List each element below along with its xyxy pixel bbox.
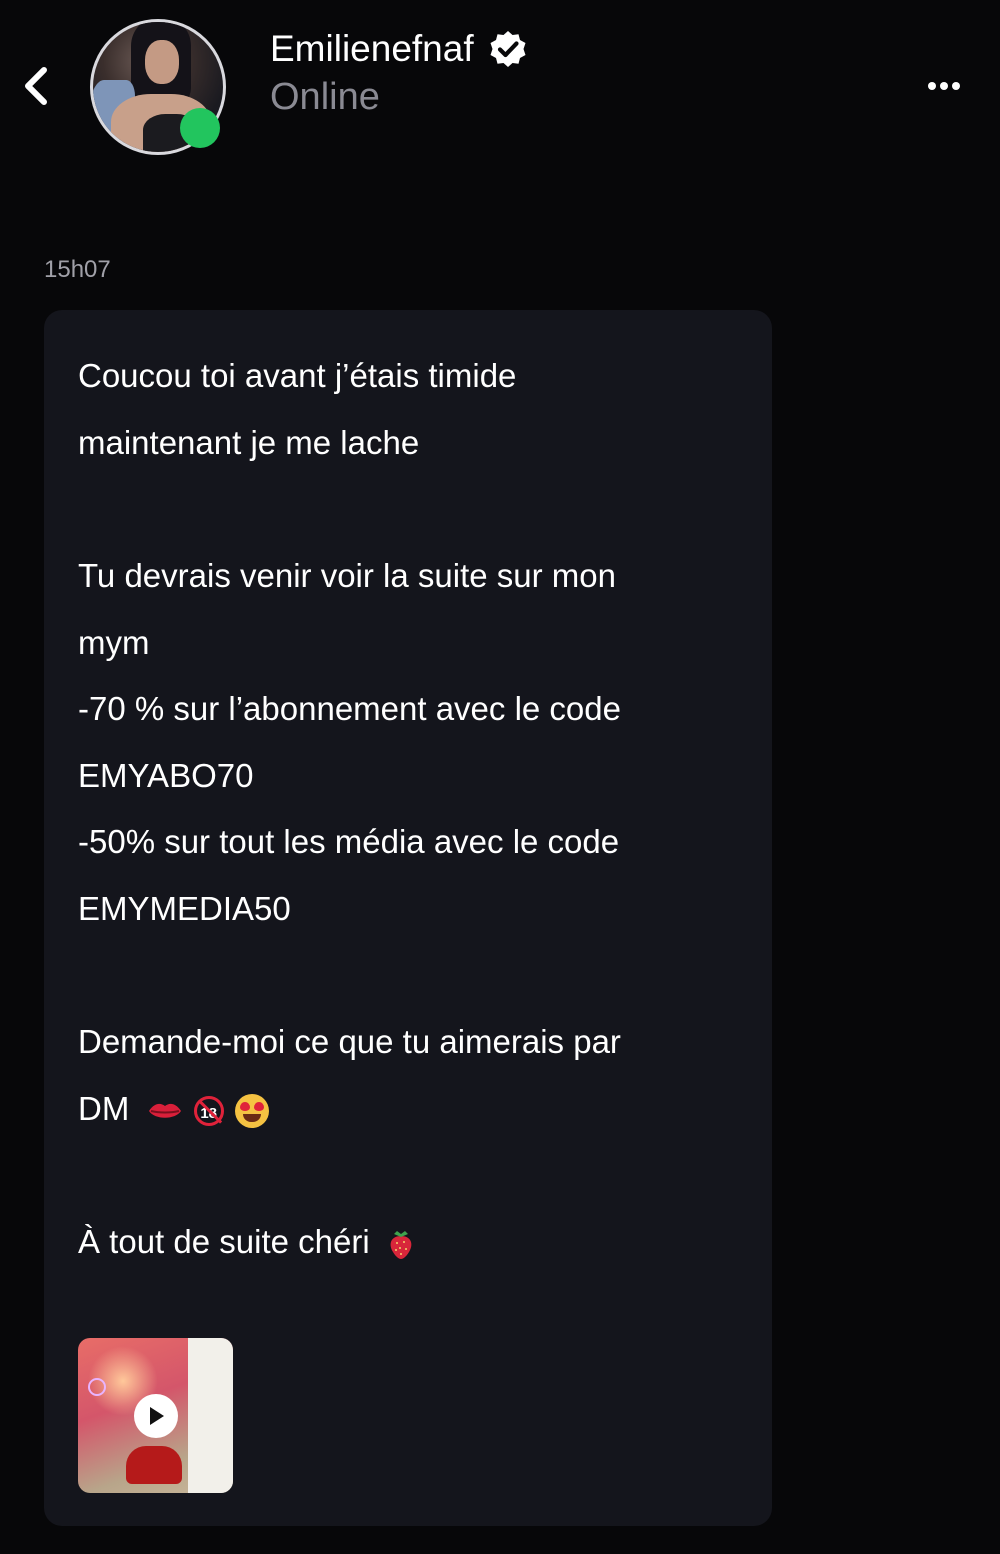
online-indicator [180, 108, 220, 148]
message-timestamp: 15h07 [44, 256, 111, 283]
heart-eyes-emoji-icon [234, 1094, 269, 1129]
message-line: mym [78, 624, 150, 661]
more-horizontal-icon [928, 82, 960, 90]
message-text: À tout de suite chéri [78, 1223, 370, 1260]
message-line: EMYMEDIA50 [78, 890, 291, 927]
play-icon [150, 1407, 164, 1425]
contact-name-row[interactable]: Emilienefnaf [270, 26, 528, 72]
strawberry-emoji-icon [390, 1231, 412, 1260]
message-line: Tu devrais venir voir la suite sur mon [78, 557, 616, 594]
no-under-eighteen-emoji-icon: 18 [193, 1096, 224, 1127]
back-button[interactable] [14, 62, 58, 110]
message-line: -50% sur tout les média avec le code [78, 823, 620, 860]
message-line: Demande-moi ce que tu aimerais par [78, 1023, 621, 1060]
message-line-with-emojis: DM 18 [78, 1089, 269, 1129]
contact-status: Online [270, 76, 380, 118]
message-text: DM [78, 1090, 130, 1127]
play-button[interactable] [134, 1394, 178, 1438]
more-options-button[interactable] [914, 66, 974, 106]
message-line: Coucou toi avant j’étais timide [78, 357, 517, 394]
message-line: -70 % sur l’abonnement avec le code [78, 690, 621, 727]
message-line-with-emoji: À tout de suite chéri [78, 1222, 415, 1262]
lips-emoji-icon [148, 1104, 181, 1119]
verified-badge-icon [490, 31, 526, 67]
message-line: EMYABO70 [78, 757, 254, 794]
message-line: maintenant je me lache [78, 424, 420, 461]
video-attachment-thumbnail[interactable] [78, 1338, 233, 1493]
chevron-left-icon [25, 67, 47, 105]
contact-name: Emilienefnaf [270, 28, 474, 69]
